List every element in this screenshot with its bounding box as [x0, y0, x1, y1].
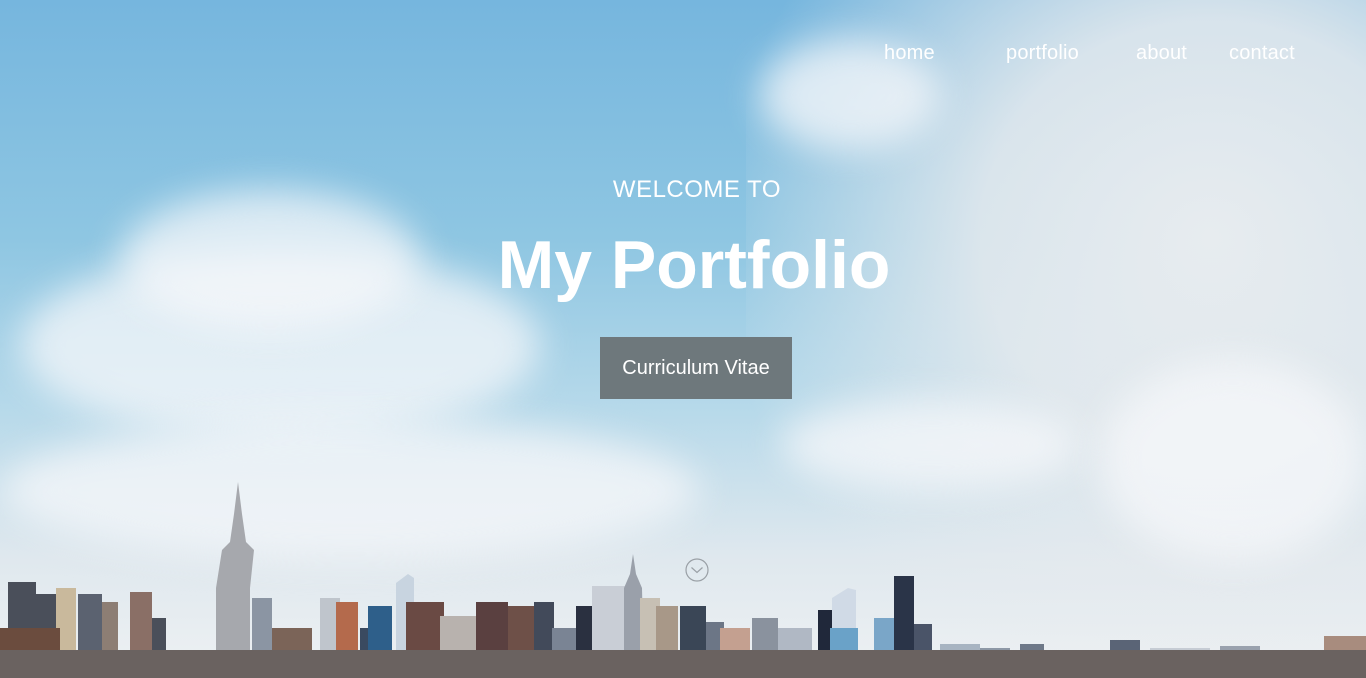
nav-link-home[interactable]: home	[884, 42, 935, 65]
nav-link-portfolio[interactable]: portfolio	[1006, 42, 1079, 65]
page-title: My Portfolio	[497, 227, 891, 303]
cloud	[780, 400, 1080, 490]
city-skyline	[0, 482, 1366, 678]
chevron-down-circle-icon[interactable]	[685, 558, 709, 582]
nav-link-about[interactable]: about	[1136, 42, 1187, 65]
curriculum-vitae-button[interactable]: Curriculum Vitae	[600, 337, 792, 399]
welcome-text: WELCOME TO	[612, 176, 782, 203]
main-nav: home portfolio about contact	[0, 42, 1366, 72]
nav-link-contact[interactable]: contact	[1229, 42, 1295, 65]
